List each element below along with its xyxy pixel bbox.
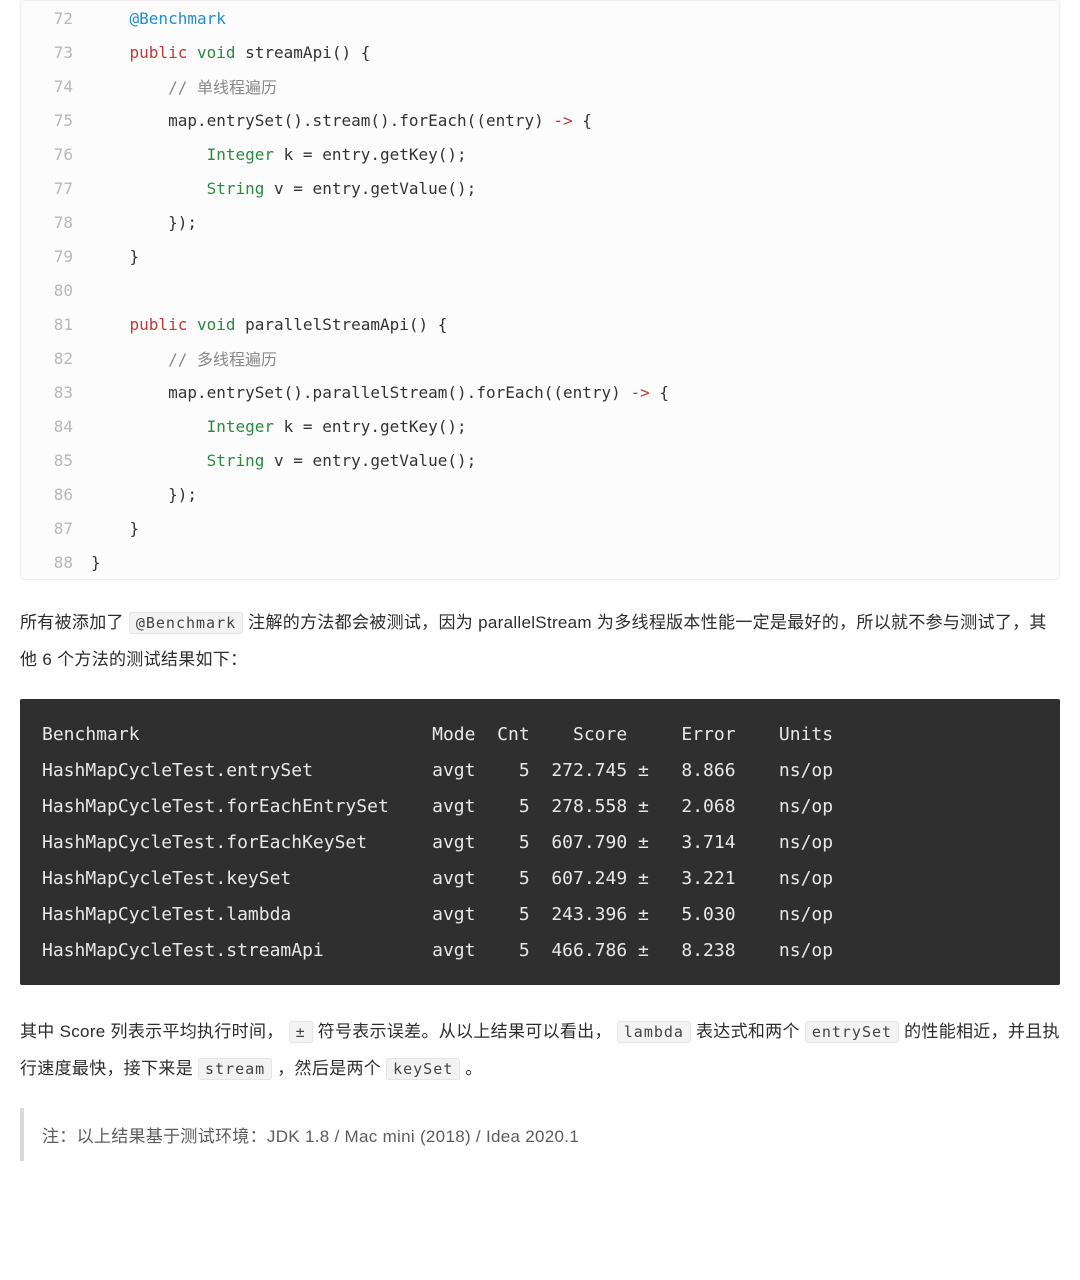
line-number: 80 <box>21 281 91 300</box>
code-content: Integer k = entry.getKey(); <box>91 145 467 164</box>
line-number: 77 <box>21 179 91 198</box>
code-line: 81 public void parallelStreamApi() { <box>21 307 1059 341</box>
line-number: 76 <box>21 145 91 164</box>
benchmark-row: HashMapCycleTest.keySet avgt 5 607.249 ±… <box>42 861 1038 897</box>
code-content: @Benchmark <box>91 9 226 28</box>
code-line: 77 String v = entry.getValue(); <box>21 171 1059 205</box>
benchmark-row: HashMapCycleTest.forEachKeySet avgt 5 60… <box>42 825 1038 861</box>
benchmark-row: HashMapCycleTest.entrySet avgt 5 272.745… <box>42 753 1038 789</box>
inline-code-stream: stream <box>198 1058 272 1080</box>
code-content: } <box>91 247 139 266</box>
code-line: 73 public void streamApi() { <box>21 35 1059 69</box>
line-number: 74 <box>21 77 91 96</box>
analysis-paragraph: 其中 Score 列表示平均执行时间， ± 符号表示误差。从以上结果可以看出， … <box>20 1013 1060 1088</box>
text: 符号表示误差。从以上结果可以看出， <box>318 1022 617 1041</box>
code-line: 84 Integer k = entry.getKey(); <box>21 409 1059 443</box>
inline-code-keyset: keySet <box>386 1058 460 1080</box>
code-line: 74 // 单线程遍历 <box>21 69 1059 103</box>
code-content: } <box>91 553 101 572</box>
code-content: }); <box>91 213 197 232</box>
text: 其中 Score 列表示平均执行时间， <box>20 1022 289 1041</box>
line-number: 88 <box>21 553 91 572</box>
code-content: // 多线程遍历 <box>91 346 277 370</box>
line-number: 83 <box>21 383 91 402</box>
benchmark-row: HashMapCycleTest.streamApi avgt 5 466.78… <box>42 933 1038 969</box>
line-number: 82 <box>21 349 91 368</box>
code-line: 78 }); <box>21 205 1059 239</box>
code-content: public void parallelStreamApi() { <box>91 315 447 334</box>
code-content: Integer k = entry.getKey(); <box>91 417 467 436</box>
line-number: 87 <box>21 519 91 538</box>
inline-code-lambda: lambda <box>617 1021 691 1043</box>
benchmark-results: Benchmark Mode Cnt Score Error UnitsHash… <box>20 699 1060 985</box>
code-line: 75 map.entrySet().stream().forEach((entr… <box>21 103 1059 137</box>
text: 表达式和两个 <box>696 1022 805 1041</box>
code-line: 80 <box>21 273 1059 307</box>
code-line: 88} <box>21 545 1059 579</box>
code-content: String v = entry.getValue(); <box>91 451 476 470</box>
code-line: 87 } <box>21 511 1059 545</box>
code-line: 86 }); <box>21 477 1059 511</box>
text: 。 <box>465 1059 482 1078</box>
environment-note: 注：以上结果基于测试环境：JDK 1.8 / Mac mini (2018) /… <box>20 1108 1060 1161</box>
code-line: 82 // 多线程遍历 <box>21 341 1059 375</box>
line-number: 73 <box>21 43 91 62</box>
code-content: // 单线程遍历 <box>91 74 277 98</box>
line-number: 79 <box>21 247 91 266</box>
code-line: 85 String v = entry.getValue(); <box>21 443 1059 477</box>
code-line: 79 } <box>21 239 1059 273</box>
benchmark-header: Benchmark Mode Cnt Score Error Units <box>42 717 1038 753</box>
line-number: 86 <box>21 485 91 504</box>
code-line: 83 map.entrySet().parallelStream().forEa… <box>21 375 1059 409</box>
code-block: 72 @Benchmark73 public void streamApi() … <box>20 0 1060 580</box>
code-content: public void streamApi() { <box>91 43 370 62</box>
code-content: }); <box>91 485 197 504</box>
text: 所有被添加了 <box>20 613 129 632</box>
benchmark-row: HashMapCycleTest.forEachEntrySet avgt 5 … <box>42 789 1038 825</box>
text: ，然后是两个 <box>277 1059 386 1078</box>
code-content: } <box>91 519 139 538</box>
line-number: 85 <box>21 451 91 470</box>
intro-paragraph: 所有被添加了 @Benchmark 注解的方法都会被测试，因为 parallel… <box>20 604 1060 679</box>
line-number: 72 <box>21 9 91 28</box>
benchmark-row: HashMapCycleTest.lambda avgt 5 243.396 ±… <box>42 897 1038 933</box>
line-number: 75 <box>21 111 91 130</box>
code-content: map.entrySet().parallelStream().forEach(… <box>91 383 669 402</box>
code-line: 72 @Benchmark <box>21 1 1059 35</box>
line-number: 81 <box>21 315 91 334</box>
line-number: 78 <box>21 213 91 232</box>
line-number: 84 <box>21 417 91 436</box>
code-content: String v = entry.getValue(); <box>91 179 476 198</box>
code-line: 76 Integer k = entry.getKey(); <box>21 137 1059 171</box>
inline-code-pm: ± <box>289 1021 313 1043</box>
inline-code-entryset: entrySet <box>805 1021 899 1043</box>
inline-code-benchmark: @Benchmark <box>129 612 243 634</box>
code-content: map.entrySet().stream().forEach((entry) … <box>91 111 592 130</box>
